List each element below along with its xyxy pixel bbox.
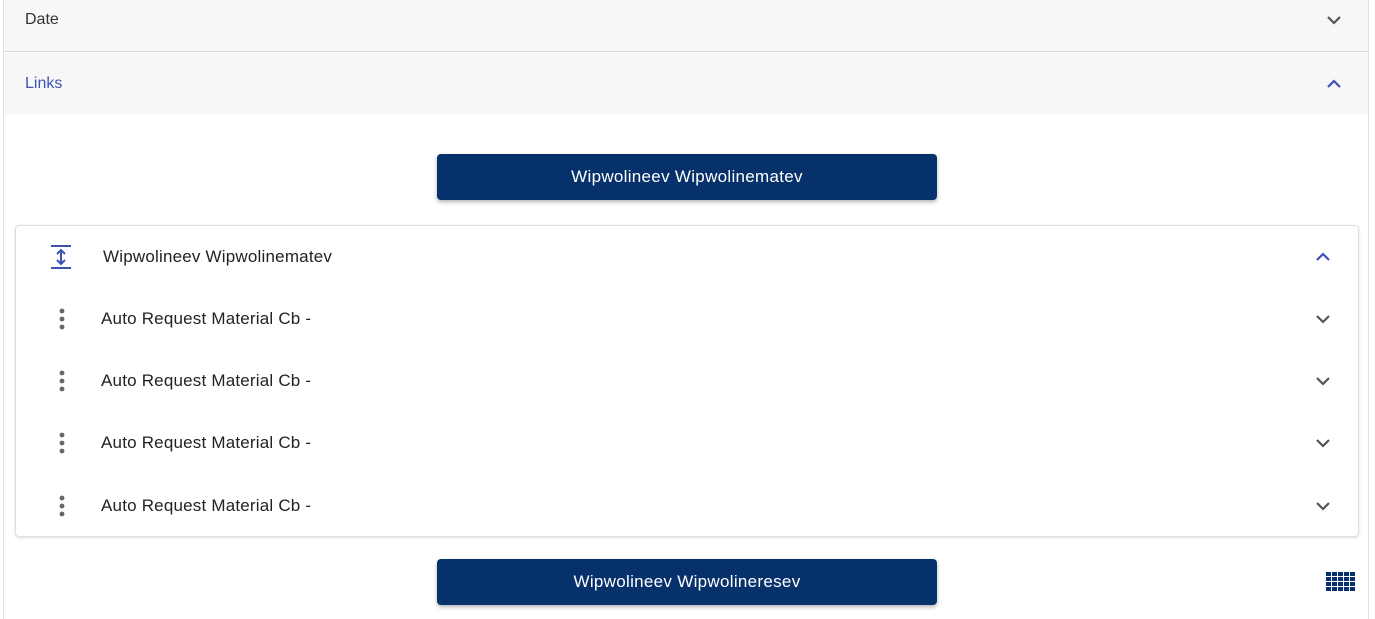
panel-title: Wipwolineev Wipwolinematev (103, 247, 333, 266)
vertical-expand-icon[interactable] (16, 244, 103, 270)
chevron-down-icon[interactable] (1313, 309, 1333, 329)
list-item-label: Auto Request Material Cb - (101, 371, 312, 390)
chevron-down-icon[interactable] (1324, 10, 1344, 30)
wipwolinematev-button[interactable]: Wipwolineev Wipwolinematev (437, 154, 937, 200)
list-item-label: Auto Request Material Cb - (101, 433, 312, 452)
list-item-label: Auto Request Material Cb - (101, 309, 312, 328)
more-vert-icon[interactable] (16, 432, 101, 454)
more-vert-icon[interactable] (16, 370, 101, 392)
list-item-label: Auto Request Material Cb - (101, 496, 312, 515)
links-section-header[interactable]: Links (4, 53, 1368, 114)
chevron-down-icon[interactable] (1313, 433, 1333, 453)
chevron-up-icon[interactable] (1324, 74, 1344, 94)
list-item[interactable]: Auto Request Material Cb - (16, 350, 1358, 412)
links-section-title: Links (25, 74, 63, 92)
panel-header[interactable]: Wipwolineev Wipwolinematev (16, 226, 1358, 288)
page-frame: Date Links Wipwolineev Wipwolinematev Wi… (3, 0, 1369, 619)
more-vert-icon[interactable] (16, 495, 101, 517)
chevron-down-icon[interactable] (1313, 496, 1333, 516)
list-item[interactable]: Auto Request Material Cb - (16, 288, 1358, 350)
list-item[interactable]: Auto Request Material Cb - (16, 475, 1358, 537)
list-item[interactable]: Auto Request Material Cb - (16, 412, 1358, 474)
date-section-title: Date (25, 10, 59, 28)
more-vert-icon[interactable] (16, 308, 101, 330)
chevron-up-icon[interactable] (1313, 247, 1333, 267)
chevron-down-icon[interactable] (1313, 371, 1333, 391)
date-section-header[interactable]: Date (4, 0, 1368, 52)
wipwolineresev-button[interactable]: Wipwolineev Wipwolineresev (437, 559, 937, 605)
links-panel: Wipwolineev Wipwolinematev Auto Request … (15, 225, 1359, 537)
grid-icon[interactable] (1326, 572, 1355, 592)
